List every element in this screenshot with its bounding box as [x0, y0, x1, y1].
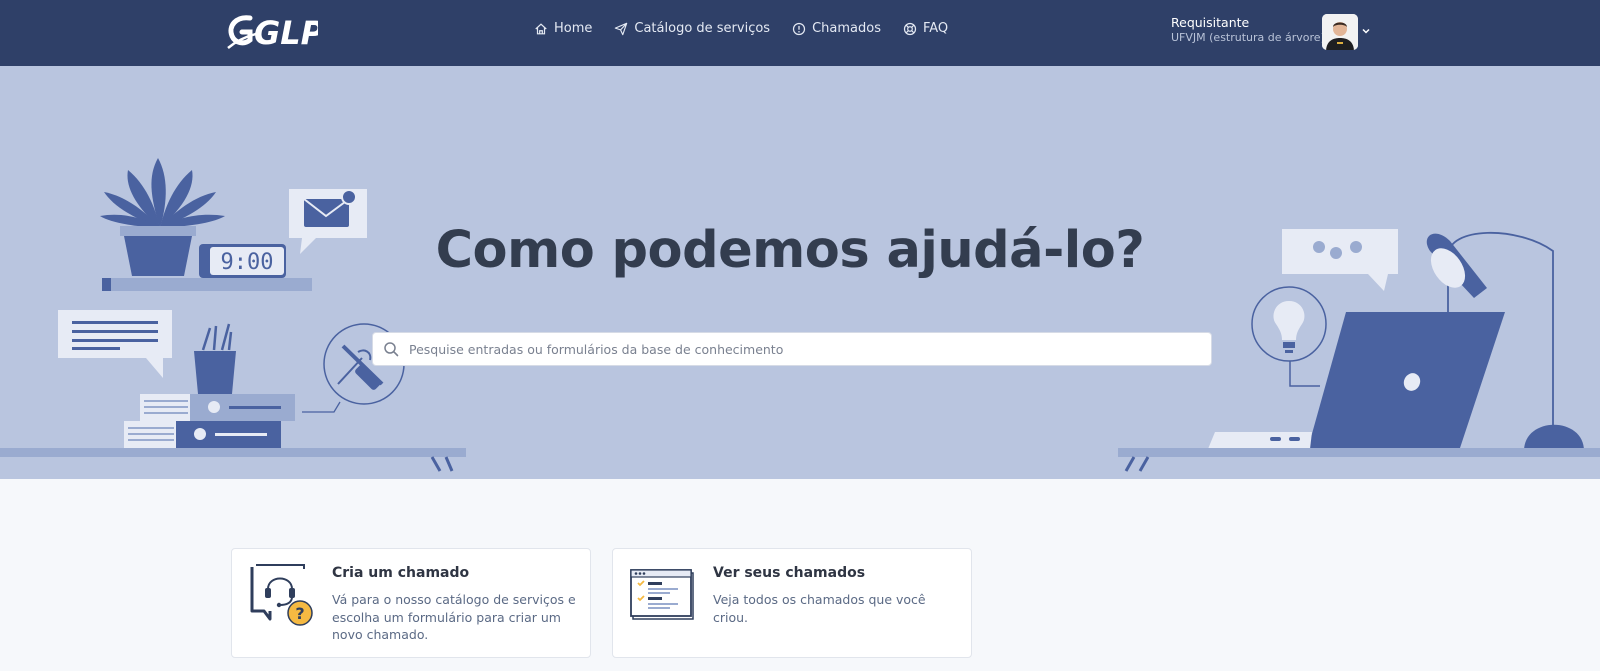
nav-tickets[interactable]: Chamados — [792, 21, 881, 36]
nav-home-label: Home — [554, 21, 593, 36]
ticket-list-icon — [630, 569, 694, 620]
card-title: Cria um chamado — [332, 565, 470, 581]
home-icon — [535, 22, 547, 34]
user-entity: UFVJM (estrutura de árvore) — [1171, 31, 1325, 44]
logo-text: GLPI — [254, 14, 318, 52]
card-description: Vá para o nosso catálogo de serviços e e… — [332, 592, 576, 642]
nav-faq-label: FAQ — [922, 21, 949, 36]
search-icon — [384, 342, 399, 357]
lifebuoy-icon — [903, 22, 917, 35]
view-tickets-card[interactable]: Ver seus chamados Veja todos os chamados… — [612, 548, 972, 658]
search-input[interactable] — [407, 340, 1191, 358]
nav-home[interactable]: Home — [534, 21, 592, 36]
knowledge-base-search[interactable] — [372, 332, 1212, 366]
chevron-down-icon[interactable] — [1361, 26, 1371, 36]
user-menu[interactable]: Requisitante UFVJM (estrutura de árvore) — [1171, 15, 1325, 45]
main-nav: Home Catálogo de serviços Chamados FAQ — [534, 21, 948, 36]
nav-service-catalog[interactable]: Catálogo de serviços — [614, 21, 770, 36]
user-profile-name: Requisitante — [1171, 15, 1250, 30]
hero-banner: 9:00 Como podemos ajudá-lo? Pesquise ent… — [0, 66, 1600, 479]
nav-tickets-label: Chamados — [812, 21, 881, 36]
headset-help-icon: ? — [250, 564, 313, 626]
paper-plane-icon — [615, 22, 628, 35]
page-title: Como podemos ajudá-lo? — [435, 221, 1145, 280]
create-ticket-card[interactable]: ? Cria um chamado Vá para o nosso catálo… — [231, 548, 591, 658]
nav-service-catalog-label: Catálogo de serviços — [634, 21, 771, 36]
card-title: Ver seus chamados — [713, 565, 866, 581]
svg-text:?: ? — [295, 604, 304, 623]
nav-faq[interactable]: FAQ — [903, 21, 948, 36]
card-description: Veja todos os chamados que você criou. — [713, 592, 926, 625]
left-desk-illustration: 9:00 — [0, 158, 466, 472]
alert-circle-icon — [792, 22, 806, 35]
avatar[interactable] — [1322, 14, 1358, 50]
clock-time: 9:00 — [221, 250, 274, 275]
glpi-logo[interactable]: GLPI — [226, 12, 318, 52]
top-navbar: GLPI Home Catálogo de serviços Chamados … — [0, 0, 1600, 66]
